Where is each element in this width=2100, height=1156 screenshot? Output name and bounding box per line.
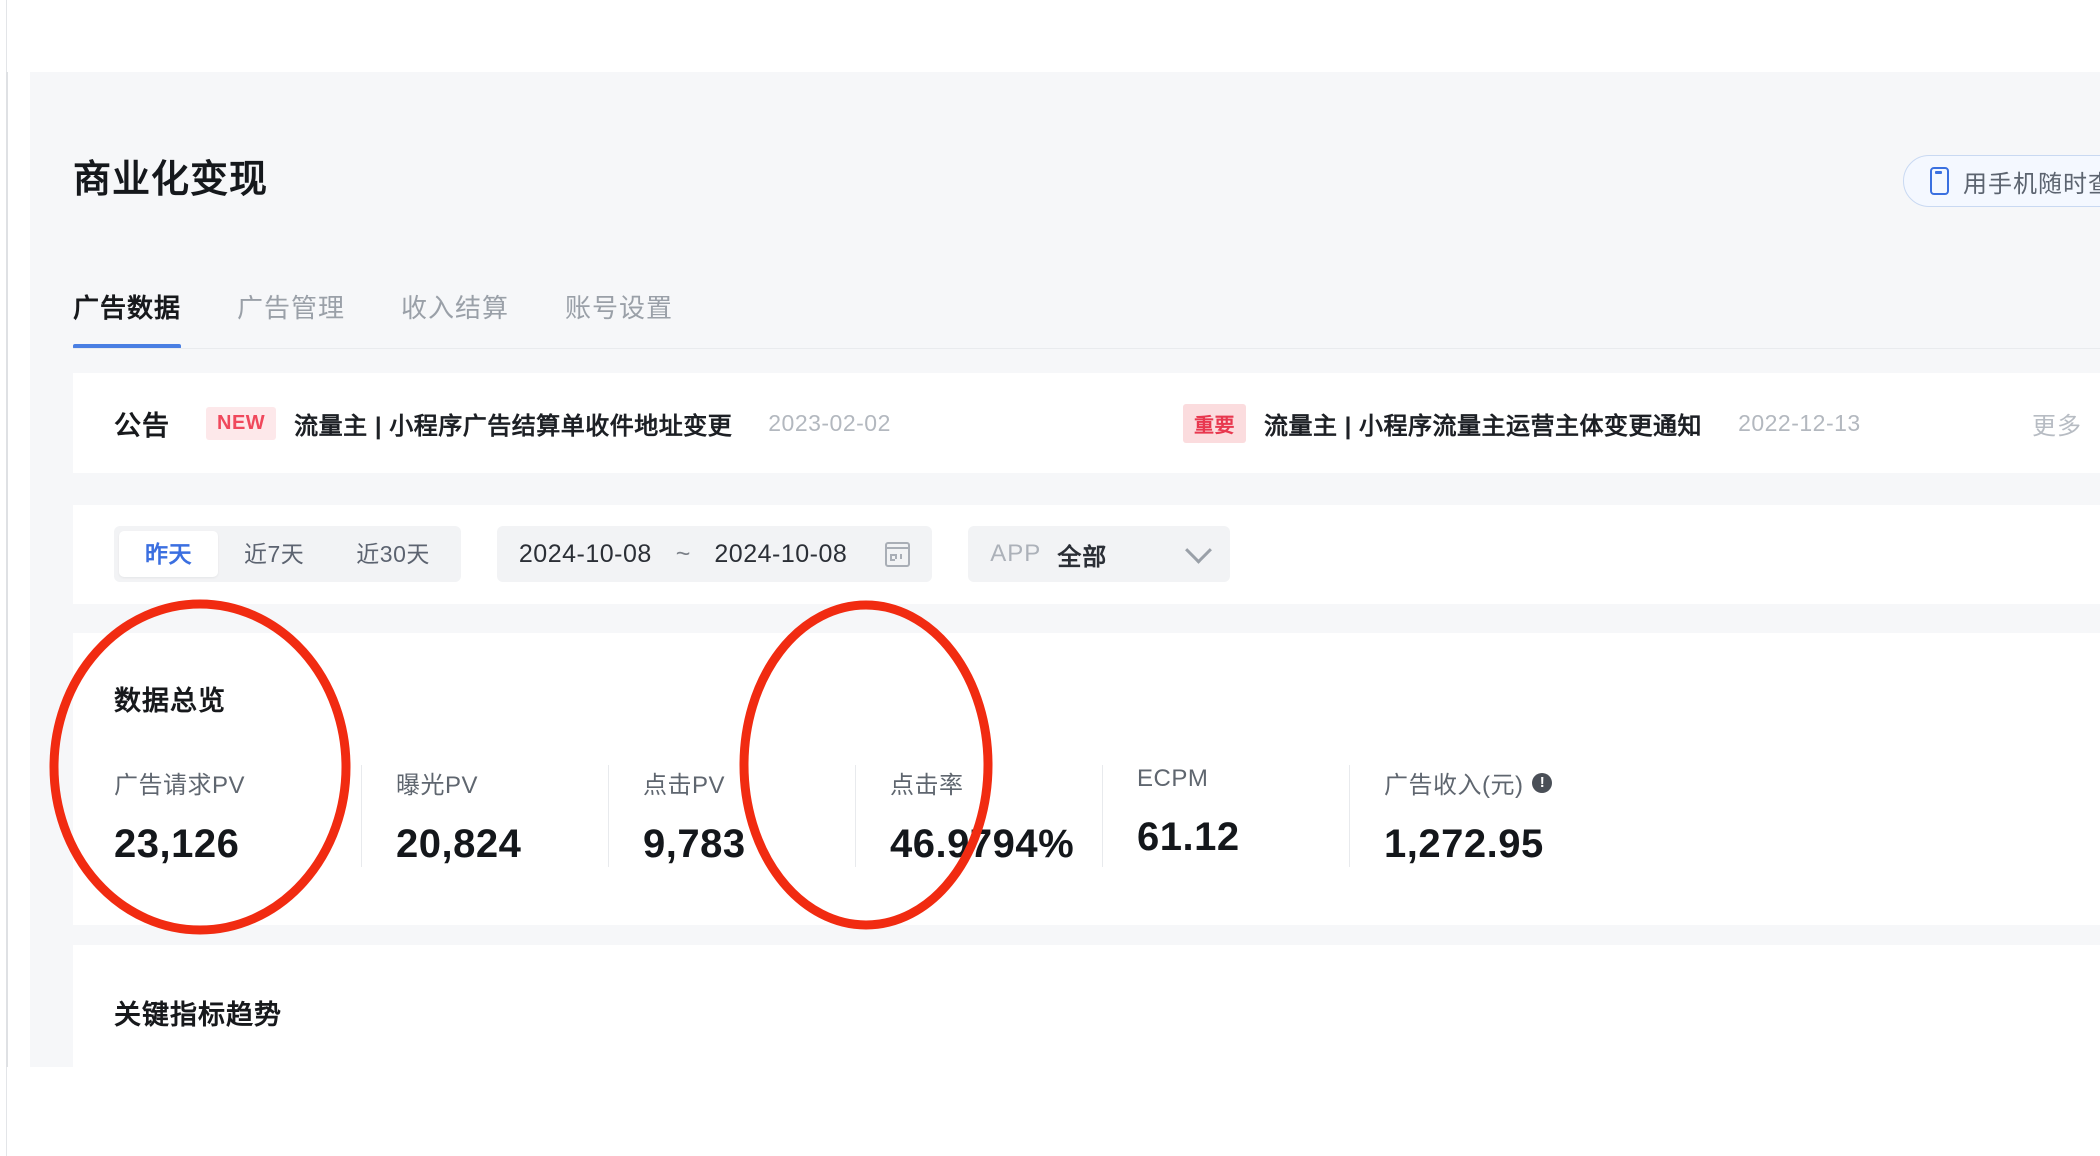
stat-exposure-pv: 曝光PV 20,824 xyxy=(361,765,608,867)
app-filter-label: APP xyxy=(990,540,1042,567)
stat-label: 点击率 xyxy=(890,765,1102,800)
stat-label: 广告请求PV xyxy=(114,765,361,800)
stat-label-text: 广告收入(元) xyxy=(1384,772,1524,799)
app-screen: 商业化变现 用手机随时查看数据 广告数据 广告管理 收入结算 账号设置 公告 N… xyxy=(0,0,2100,1156)
stat-value: 9,783 xyxy=(643,822,746,866)
mobile-view-label: 用手机随时查看数据 xyxy=(1963,170,2100,198)
date-start-input[interactable]: 2024-10-08 xyxy=(519,540,652,569)
date-preset-group: 昨天 近7天 近30天 xyxy=(114,526,461,582)
data-overview-card: 数据总览 广告请求PV 23,126 曝光PV 20,824 点击PV 9,78… xyxy=(73,633,2100,925)
stat-value: 1,272.95 xyxy=(1384,822,1544,866)
tab-bar: 广告数据 广告管理 收入结算 账号设置 xyxy=(73,288,673,349)
window-bottom-strip xyxy=(7,1067,2100,1156)
tab-ad-data[interactable]: 广告数据 xyxy=(73,288,182,349)
date-end-input[interactable]: 2024-10-08 xyxy=(714,540,847,569)
stat-label-text: 广告请求PV xyxy=(114,772,246,799)
stat-ad-request-pv: 广告请求PV 23,126 xyxy=(114,765,361,867)
announcement-item-2[interactable]: 重要 流量主 | 小程序流量主运营主体变更通知 2022-12-13 xyxy=(1183,373,1861,473)
info-icon[interactable]: ! xyxy=(1532,772,1553,793)
stat-click-pv: 点击PV 9,783 xyxy=(608,765,855,867)
data-overview-title: 数据总览 xyxy=(114,686,226,716)
mobile-view-button[interactable]: 用手机随时查看数据 xyxy=(1903,155,2100,207)
stat-label: 曝光PV xyxy=(396,765,608,800)
phone-icon xyxy=(1930,167,1949,195)
announcement-label: 公告 xyxy=(114,410,170,441)
stat-label-text: ECPM xyxy=(1137,765,1209,792)
stat-list: 广告请求PV 23,126 曝光PV 20,824 点击PV 9,783 点击率 xyxy=(114,765,1596,867)
announcement-card: 公告 NEW 流量主 | 小程序广告结算单收件地址变更 2023-02-02 重… xyxy=(73,373,2100,473)
date-range-separator: ~ xyxy=(675,539,691,568)
stat-label: 点击PV xyxy=(643,765,855,800)
stat-label-text: 点击率 xyxy=(890,772,964,799)
date-preset-30days[interactable]: 近30天 xyxy=(330,531,456,577)
app-filter-select[interactable]: APP 全部 xyxy=(968,526,1231,582)
left-rail-divider xyxy=(6,72,8,1067)
filter-row: 昨天 近7天 近30天 2024-10-08 ~ 2024-10-08 APP … xyxy=(114,526,1231,582)
stat-label-text: 曝光PV xyxy=(396,772,479,799)
chevron-down-icon[interactable] xyxy=(1185,536,1213,564)
date-range-picker[interactable]: 2024-10-08 ~ 2024-10-08 xyxy=(496,526,933,582)
announcement-text-2[interactable]: 流量主 | 小程序流量主运营主体变更通知 xyxy=(1264,406,1702,441)
stat-value: 23,126 xyxy=(114,822,240,866)
stat-label: 广告收入(元) ! xyxy=(1384,765,1596,800)
page-title: 商业化变现 xyxy=(73,159,269,201)
stat-value: 20,824 xyxy=(396,822,522,866)
announcement-badge-new: NEW xyxy=(206,406,277,440)
stat-ecpm: ECPM 61.12 xyxy=(1102,765,1349,867)
announcement-date-2: 2022-12-13 xyxy=(1738,409,1861,436)
calendar-icon[interactable] xyxy=(885,541,911,567)
announcement-badge-important: 重要 xyxy=(1183,403,1246,443)
key-metrics-trend-card: 关键指标趋势 xyxy=(73,945,2100,1067)
filter-card: 昨天 近7天 近30天 2024-10-08 ~ 2024-10-08 APP … xyxy=(73,505,2100,604)
stat-value: 46.9794% xyxy=(890,822,1075,866)
announcement-text-1[interactable]: 流量主 | 小程序广告结算单收件地址变更 xyxy=(294,406,732,441)
date-preset-7days[interactable]: 近7天 xyxy=(218,531,330,577)
announcement-date-1: 2023-02-02 xyxy=(768,409,891,436)
stat-label: ECPM xyxy=(1137,765,1349,793)
announcement-more-link[interactable]: 更多 xyxy=(2032,373,2082,473)
tab-ad-management[interactable]: 广告管理 xyxy=(237,288,345,349)
app-filter-value: 全部 xyxy=(1057,543,1108,571)
stat-label-text: 点击PV xyxy=(643,772,726,799)
announcement-item-1[interactable]: 公告 NEW 流量主 | 小程序广告结算单收件地址变更 2023-02-02 xyxy=(114,373,891,473)
stat-value: 61.12 xyxy=(1137,815,1240,859)
stat-click-rate: 点击率 46.9794% xyxy=(855,765,1102,867)
key-metrics-trend-title: 关键指标趋势 xyxy=(114,1000,282,1030)
tab-account-settings[interactable]: 账号设置 xyxy=(565,288,673,349)
window-top-strip xyxy=(7,0,2100,72)
tab-income-settlement[interactable]: 收入结算 xyxy=(401,288,509,349)
stat-ad-revenue: 广告收入(元) ! 1,272.95 xyxy=(1349,765,1596,867)
tab-bar-divider xyxy=(73,348,2100,349)
date-preset-yesterday[interactable]: 昨天 xyxy=(119,531,218,577)
